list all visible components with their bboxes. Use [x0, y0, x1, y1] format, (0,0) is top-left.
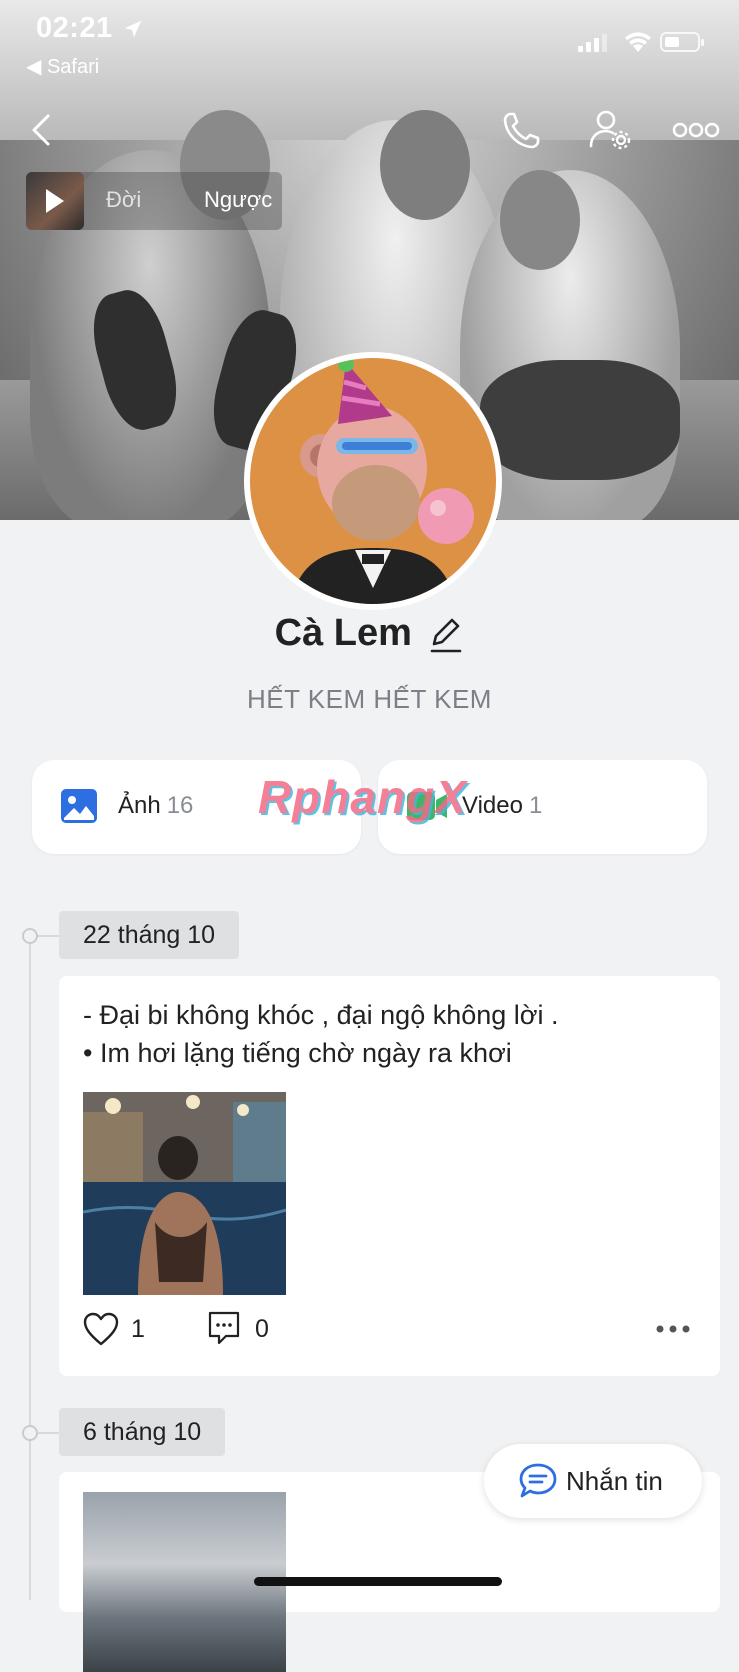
more-options-icon[interactable]	[672, 118, 720, 142]
send-message-label: Nhắn tin	[566, 1466, 663, 1496]
profile-name-row: Cà Lem	[0, 612, 739, 668]
home-indicator	[254, 1577, 502, 1586]
edit-pencil-icon[interactable]	[428, 614, 464, 654]
wifi-icon	[625, 32, 651, 52]
pool-photo-illustration	[83, 1092, 286, 1295]
timeline-post[interactable]: - Đại bi không khóc , đại ngộ không lời …	[59, 976, 720, 1376]
videos-count: 1	[528, 792, 543, 819]
phone-call-icon[interactable]	[500, 108, 544, 152]
post-text: - Đại bi không khóc , đại ngộ không lời …	[83, 996, 558, 1072]
music-title-left: Đời	[106, 187, 142, 212]
music-title-right: Ngược	[204, 187, 273, 212]
post-photo[interactable]	[83, 1092, 286, 1295]
ape-avatar-illustration	[290, 358, 474, 604]
cover-head-right	[500, 170, 580, 270]
photos-count: 16	[166, 792, 194, 819]
back-chevron-icon[interactable]	[26, 110, 60, 150]
status-time: 02:21	[36, 12, 113, 44]
comment-count: 0	[255, 1315, 269, 1343]
avatar-image	[250, 358, 496, 604]
user-settings-icon[interactable]	[588, 108, 632, 152]
timeline-dot	[22, 1425, 38, 1441]
date-chip: 22 tháng 10	[59, 911, 240, 959]
profile-name: Cà Lem	[274, 612, 412, 654]
profile-music-player[interactable]: Đời Ngược	[26, 172, 282, 230]
videos-label: Video 1	[462, 792, 543, 819]
photos-label: Ảnh 16	[118, 792, 194, 819]
profile-bio: HẾT KEM HẾT KEM	[247, 684, 492, 714]
heart-icon[interactable]	[83, 1312, 119, 1346]
post-more-icon[interactable]	[655, 1324, 691, 1334]
status-bar: 02:21 ◀ Safari	[0, 0, 739, 90]
post-text-line: - Đại bi không khóc , đại ngộ không lời …	[83, 1000, 559, 1030]
post-text-line: • Im hơi lặng tiếng chờ ngày ra khơi	[83, 1038, 512, 1068]
cover-head-middle	[380, 110, 470, 220]
timeline-dot	[22, 928, 38, 944]
back-to-safari-link[interactable]: ◀ Safari	[26, 54, 99, 79]
photo-gallery-icon	[61, 789, 97, 823]
chat-bubble-icon	[519, 1463, 557, 1498]
timeline-connector	[38, 935, 60, 937]
date-chip: 6 tháng 10	[59, 1408, 226, 1456]
like-count: 1	[131, 1315, 145, 1343]
send-message-button[interactable]: Nhắn tin	[484, 1444, 702, 1518]
watermark-logo: RphangX	[258, 771, 467, 823]
play-icon[interactable]	[46, 189, 64, 213]
location-arrow-icon	[124, 20, 142, 38]
cover-crab	[480, 360, 680, 480]
timeline-line	[29, 936, 31, 1600]
battery-icon	[660, 32, 704, 52]
comment-icon[interactable]	[207, 1310, 241, 1346]
profile-avatar[interactable]	[244, 352, 502, 610]
timeline-connector	[38, 1432, 60, 1434]
post-actions: 1 0	[83, 1310, 703, 1350]
battery-level	[665, 37, 679, 47]
